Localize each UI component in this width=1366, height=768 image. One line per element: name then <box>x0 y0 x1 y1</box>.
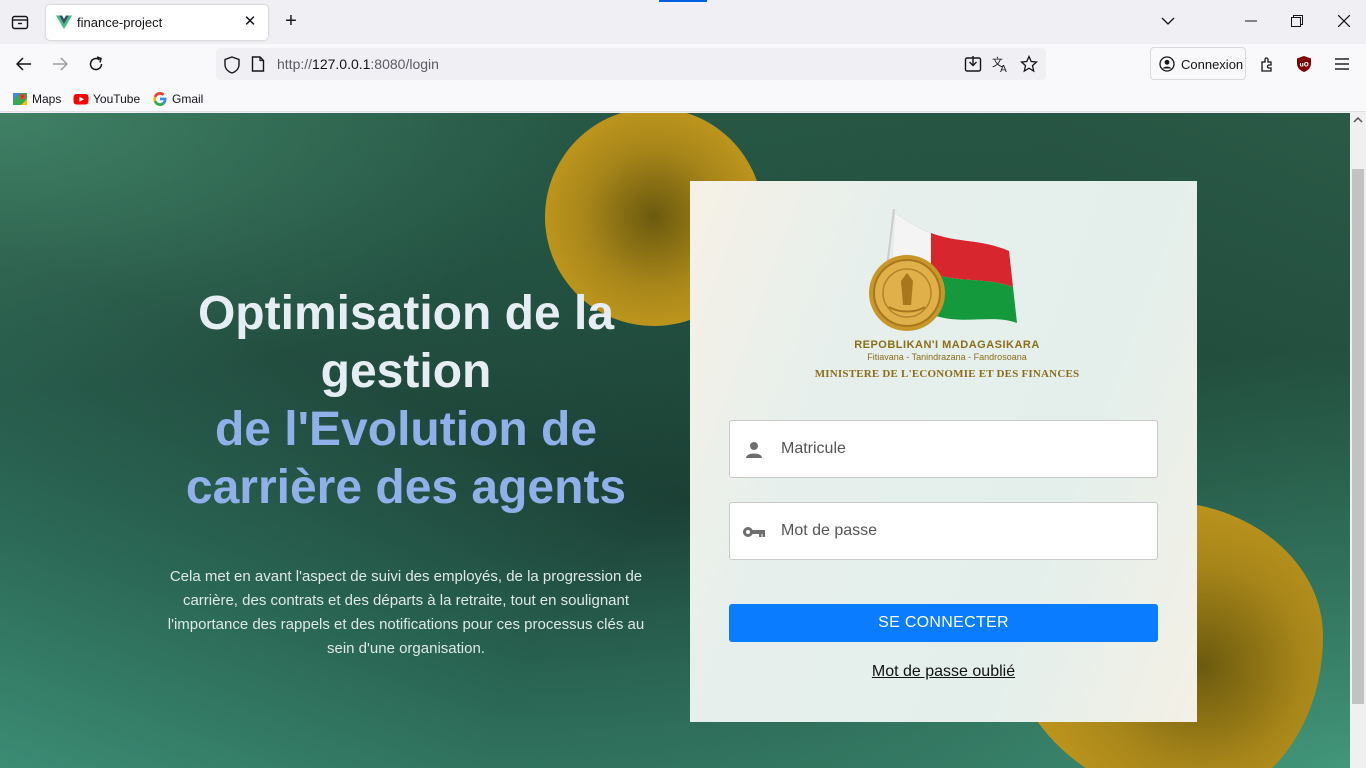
youtube-icon <box>73 94 89 105</box>
scroll-up-arrow-icon[interactable] <box>1353 115 1363 125</box>
password-input[interactable] <box>781 503 1151 559</box>
reload-icon[interactable] <box>84 52 108 76</box>
account-button[interactable]: Connexion <box>1150 47 1246 80</box>
logo-country-name: REPOBLIKAN'I MADAGASIKARA <box>854 339 1040 351</box>
bookmark-label: YouTube <box>93 92 141 106</box>
back-arrow-icon[interactable] <box>12 52 36 76</box>
extensions-icon[interactable] <box>1255 52 1279 76</box>
url-text[interactable]: http://127.0.0.1:8080/login <box>277 56 439 72</box>
hero-description: Cela met en avant l'aspect de suivi des … <box>167 568 645 657</box>
hero-title-accent-line: carrière des agents <box>185 461 627 514</box>
key-icon <box>742 521 766 543</box>
shield-icon[interactable] <box>224 56 240 74</box>
hero-title-line: Optimisation de la <box>197 287 615 340</box>
tab-finance-project[interactable]: finance-project ✕ <box>46 5 268 40</box>
minimize-icon[interactable] <box>1238 8 1264 34</box>
bookmark-label: Maps <box>32 92 62 106</box>
download-page-icon[interactable] <box>964 55 982 73</box>
close-window-icon[interactable] <box>1331 8 1357 34</box>
matricule-input[interactable] <box>781 421 1151 477</box>
hero-title-line: gestion <box>320 345 492 398</box>
page-scrollbar[interactable] <box>1350 113 1366 768</box>
login-page: Optimisation de la gestion de l'Evolutio… <box>0 113 1350 768</box>
close-tab-icon[interactable]: ✕ <box>240 12 260 32</box>
bookmark-gmail[interactable]: Gmail <box>152 90 203 108</box>
url-host: 127.0.0.1 <box>312 56 371 72</box>
chevron-down-icon[interactable] <box>1155 8 1181 34</box>
ublock-origin-icon[interactable]: uO <box>1292 52 1316 76</box>
account-button-label: Connexion <box>1181 57 1244 72</box>
url-prefix: http:// <box>277 56 313 72</box>
translate-icon[interactable]: 文A <box>992 55 1010 73</box>
navigation-bar: http://127.0.0.1:8080/login 文A Connexion… <box>0 44 1366 84</box>
restore-icon[interactable] <box>1284 8 1310 34</box>
bookmark-label: Gmail <box>172 92 204 106</box>
account-icon <box>1159 56 1175 72</box>
hamburger-menu-icon[interactable] <box>1330 52 1354 76</box>
bookmarks-toolbar: Maps YouTube Gmail <box>0 84 1366 112</box>
tab-title: finance-project <box>77 15 163 30</box>
svg-text:A: A <box>1000 64 1007 73</box>
page-icon[interactable] <box>251 56 265 72</box>
star-icon[interactable] <box>1020 55 1038 73</box>
google-maps-icon <box>13 93 27 105</box>
madagascar-flag-seal-icon <box>869 208 1017 331</box>
url-path: :8080/login <box>370 56 439 72</box>
bookmark-youtube[interactable]: YouTube <box>73 90 140 108</box>
url-bar[interactable]: http://127.0.0.1:8080/login 文A <box>216 48 1046 80</box>
new-tab-icon[interactable]: + <box>280 10 302 32</box>
logo-motto: Fitiavana - Tanindrazana - Fandrosoana <box>867 352 1027 362</box>
password-field[interactable] <box>729 502 1158 560</box>
bookmark-maps[interactable]: Maps <box>12 90 61 108</box>
scrollbar-thumb[interactable] <box>1352 169 1364 704</box>
vue-logo-icon <box>56 15 72 29</box>
tab-indicator <box>659 0 707 2</box>
hero-title-accent-line: de l'Evolution de <box>214 403 598 456</box>
forward-arrow-icon[interactable] <box>48 52 72 76</box>
ministry-logo: REPOBLIKAN'I MADAGASIKARA Fitiavana - Ta… <box>807 207 1087 383</box>
user-icon <box>742 439 766 461</box>
svg-text:uO: uO <box>1300 62 1309 69</box>
matricule-field[interactable] <box>729 420 1158 478</box>
login-card: REPOBLIKAN'I MADAGASIKARA Fitiavana - Ta… <box>690 181 1197 722</box>
hero-heading: Optimisation de la gestion de l'Evolutio… <box>150 285 662 517</box>
tab-list-icon[interactable] <box>8 10 32 34</box>
google-icon <box>153 92 167 106</box>
forgot-password-link[interactable]: Mot de passe oublié <box>690 663 1197 681</box>
tab-bar: finance-project ✕ + <box>0 0 1366 44</box>
login-button[interactable]: SE CONNECTER <box>729 604 1158 642</box>
logo-ministry-name: MINISTERE DE L'ECONOMIE ET DES FINANCES <box>814 368 1080 380</box>
